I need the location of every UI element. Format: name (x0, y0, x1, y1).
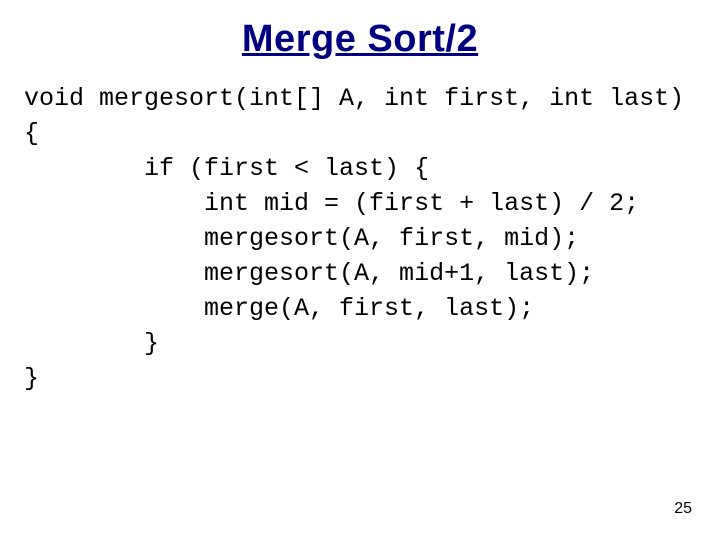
code-block: void mergesort(int[] A, int first, int l… (0, 71, 720, 396)
code-line: if (first < last) { (24, 154, 429, 183)
code-line: void mergesort(int[] A, int first, int l… (24, 84, 684, 113)
code-line: } (24, 329, 159, 358)
code-line: { (24, 119, 39, 148)
slide-title: Merge Sort/2 (0, 0, 720, 71)
code-line: int mid = (first + last) / 2; (24, 189, 639, 218)
page-number: 25 (674, 500, 692, 518)
slide: Merge Sort/2 void mergesort(int[] A, int… (0, 0, 720, 540)
code-line: merge(A, first, last); (24, 294, 534, 323)
code-line: mergesort(A, mid+1, last); (24, 259, 594, 288)
code-line: } (24, 364, 39, 393)
code-line: mergesort(A, first, mid); (24, 224, 579, 253)
